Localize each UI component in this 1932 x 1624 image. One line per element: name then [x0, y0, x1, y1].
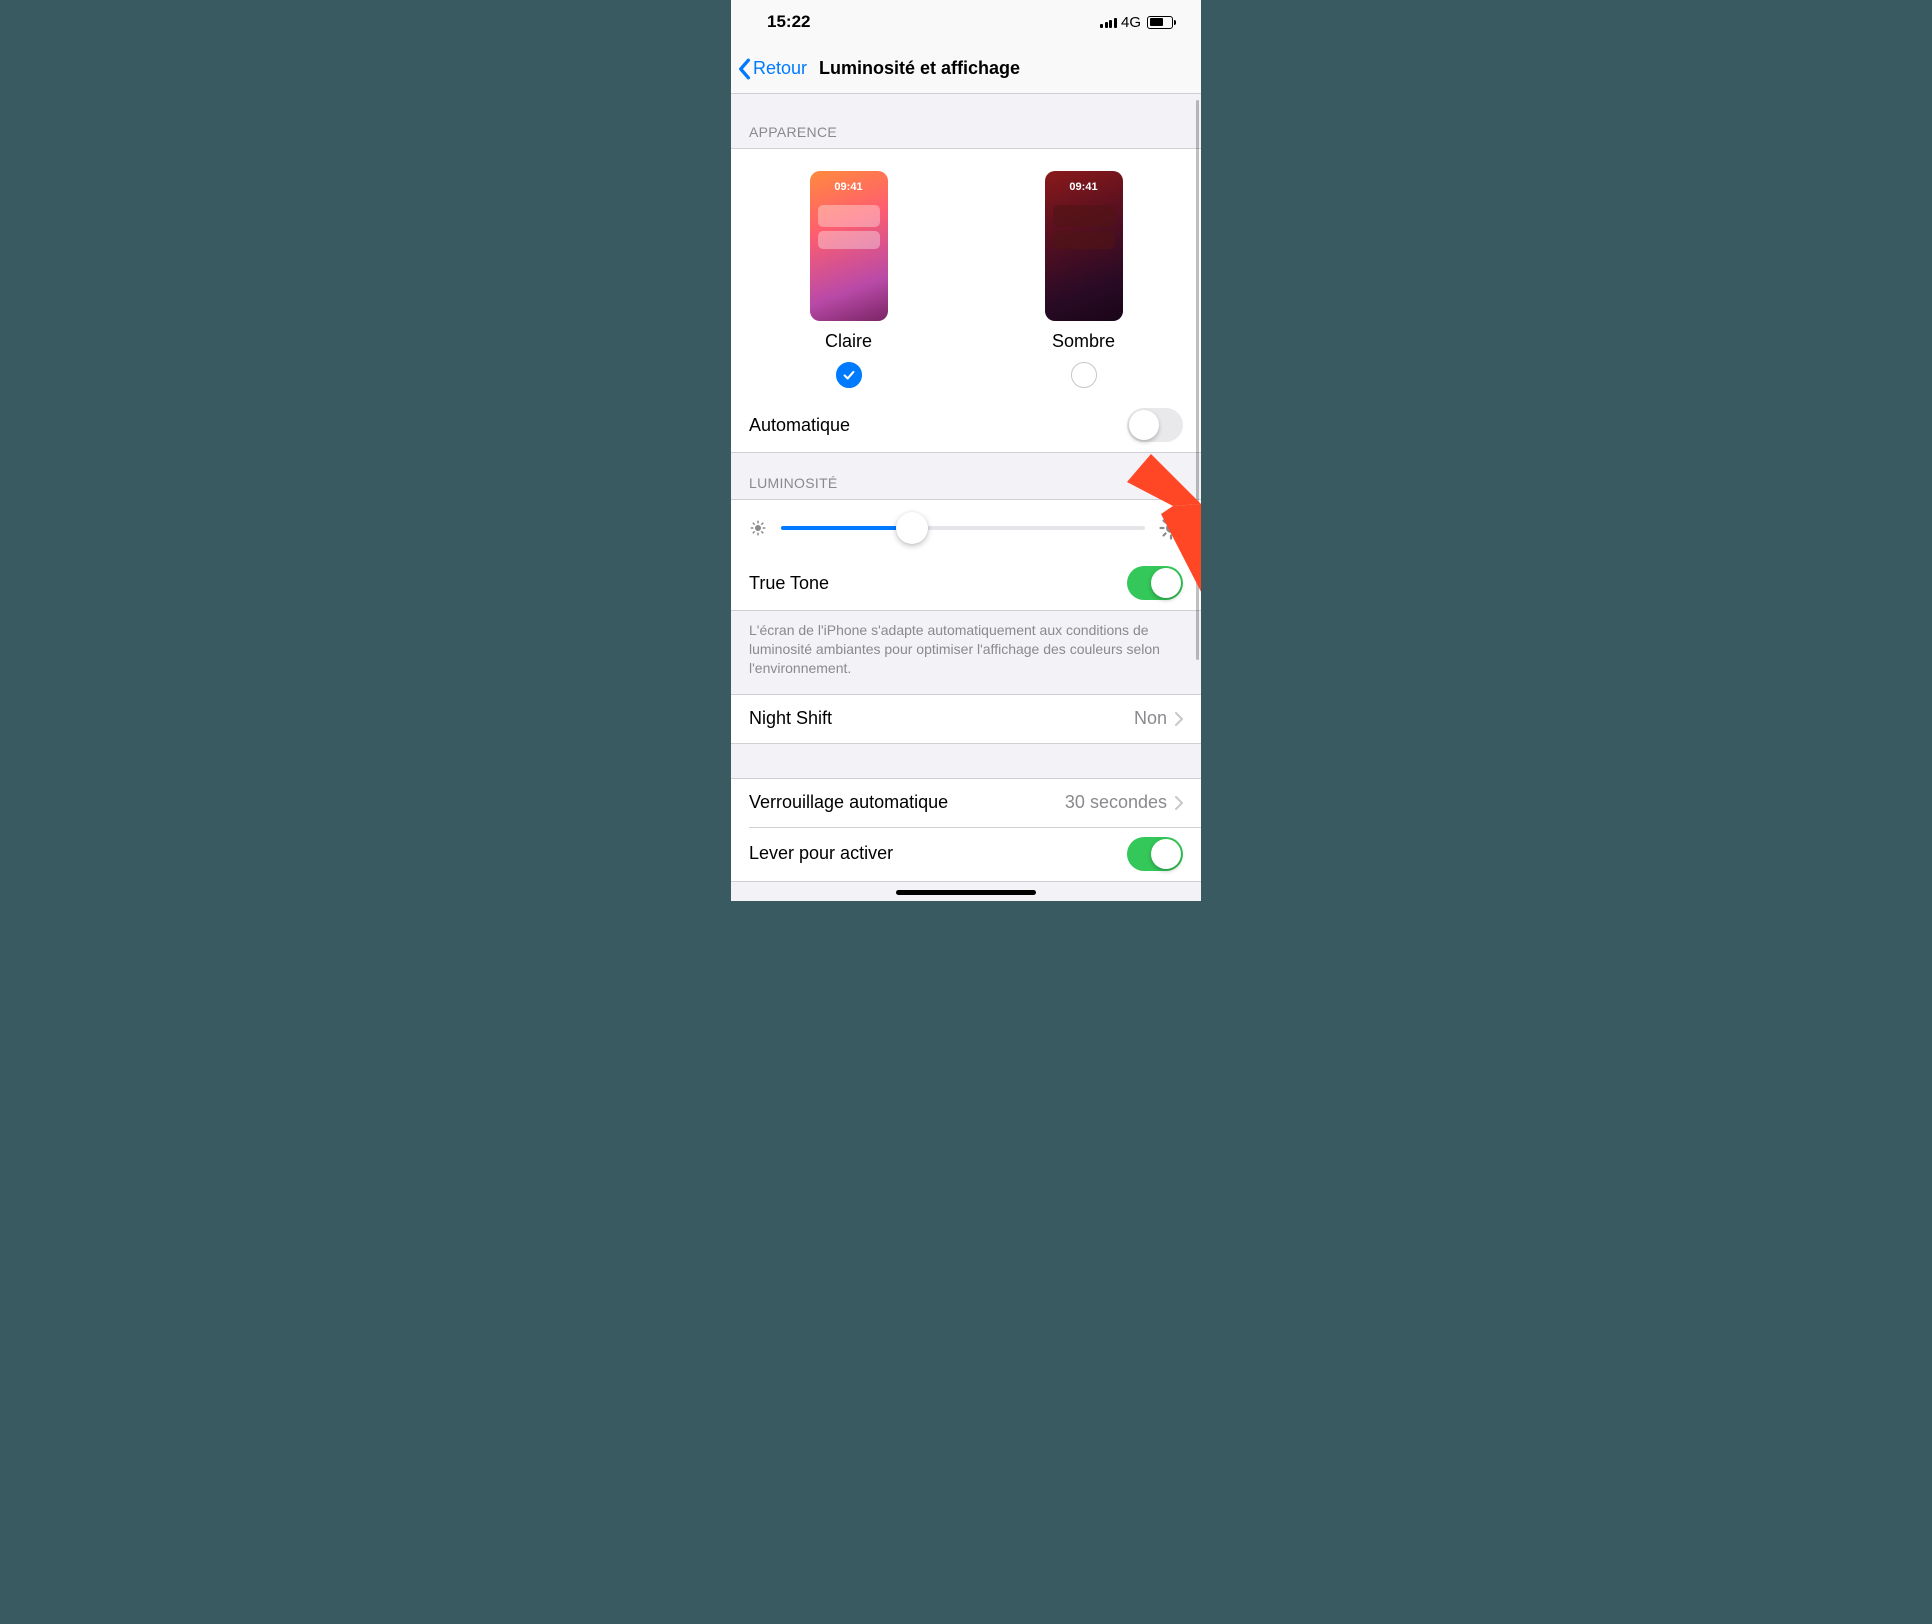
night-shift-group: Night Shift Non [731, 694, 1201, 744]
back-button[interactable]: Retour [737, 58, 807, 80]
battery-icon [1147, 16, 1173, 29]
network-type-label: 4G [1121, 14, 1141, 31]
checkmark-icon [842, 368, 856, 382]
home-indicator[interactable] [896, 890, 1036, 895]
true-tone-label: True Tone [749, 573, 1127, 594]
appearance-dark-radio[interactable] [1071, 362, 1097, 388]
automatic-switch[interactable] [1127, 408, 1183, 442]
section-header-brightness: LUMINOSITÉ [731, 453, 1201, 499]
night-shift-cell[interactable]: Night Shift Non [731, 695, 1201, 743]
cellular-signal-icon [1100, 16, 1117, 28]
spacer [731, 744, 1201, 778]
chevron-left-icon [737, 58, 751, 80]
sun-max-icon [1159, 516, 1183, 540]
automatic-cell: Automatique [731, 398, 1201, 452]
appearance-group: 09:41 Claire 09:41 Sombre [731, 148, 1201, 453]
raise-to-wake-cell: Lever pour activer [731, 827, 1201, 881]
section-header-appearance: APPARENCE [731, 94, 1201, 148]
auto-lock-value: 30 secondes [1065, 792, 1167, 813]
true-tone-description: L'écran de l'iPhone s'adapte automatique… [731, 611, 1201, 694]
chevron-right-icon [1175, 796, 1183, 810]
phone-frame: 15:22 4G Retour Luminosité et affichage … [731, 0, 1201, 901]
status-time: 15:22 [767, 12, 810, 32]
true-tone-cell: True Tone [731, 556, 1201, 610]
appearance-option-dark[interactable]: 09:41 Sombre [1045, 171, 1123, 388]
lock-group: Verrouillage automatique 30 secondes Lev… [731, 778, 1201, 882]
auto-lock-label: Verrouillage automatique [749, 792, 1065, 813]
appearance-picker: 09:41 Claire 09:41 Sombre [731, 149, 1201, 398]
nav-bar: Retour Luminosité et affichage [731, 44, 1201, 94]
raise-to-wake-switch[interactable] [1127, 837, 1183, 871]
brightness-slider[interactable] [781, 512, 1145, 544]
chevron-right-icon [1175, 712, 1183, 726]
sun-min-icon [749, 519, 767, 537]
automatic-label: Automatique [749, 415, 1127, 436]
light-preview-thumbnail: 09:41 [810, 171, 888, 321]
back-label: Retour [753, 58, 807, 79]
status-bar: 15:22 4G [731, 0, 1201, 44]
brightness-group: True Tone [731, 499, 1201, 611]
raise-to-wake-label: Lever pour activer [749, 843, 1127, 864]
appearance-light-radio[interactable] [836, 362, 862, 388]
true-tone-switch[interactable] [1127, 566, 1183, 600]
brightness-slider-row [731, 500, 1201, 556]
auto-lock-cell[interactable]: Verrouillage automatique 30 secondes [731, 779, 1201, 827]
dark-preview-thumbnail: 09:41 [1045, 171, 1123, 321]
appearance-option-light[interactable]: 09:41 Claire [810, 171, 888, 388]
page-title: Luminosité et affichage [819, 58, 1020, 79]
appearance-light-label: Claire [825, 331, 872, 352]
night-shift-value: Non [1134, 708, 1167, 729]
appearance-dark-label: Sombre [1052, 331, 1115, 352]
night-shift-label: Night Shift [749, 708, 1134, 729]
status-right: 4G [1100, 14, 1173, 31]
